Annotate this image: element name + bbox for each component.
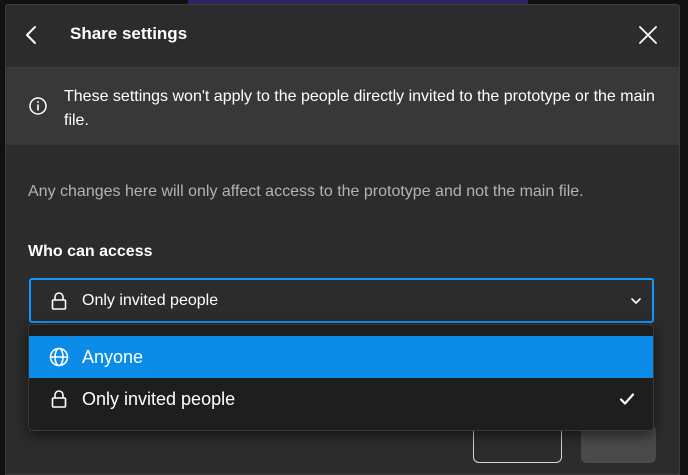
lock-icon [51, 292, 67, 310]
access-dropdown-menu: Anyone Only invited people [28, 324, 654, 431]
dialog-title: Share settings [70, 24, 188, 43]
checkmark-icon [619, 393, 635, 405]
lock-icon [51, 390, 67, 408]
chevron-left-icon [26, 26, 36, 44]
info-icon [29, 97, 47, 115]
close-button[interactable] [637, 24, 659, 46]
who-can-access-label: Who can access [28, 243, 153, 260]
globe-icon [49, 347, 69, 367]
option-anyone[interactable]: Anyone [29, 336, 653, 378]
close-icon [639, 26, 657, 44]
notice-text: These settings won't apply to the people… [64, 88, 655, 129]
info-notice: These settings won't apply to the people… [6, 68, 679, 145]
dialog-header: Share settings [6, 5, 679, 68]
access-select[interactable]: Only invited people [29, 278, 654, 323]
option-label: Only invited people [82, 389, 236, 409]
chevron-down-icon [631, 298, 641, 304]
access-select-value: Only invited people [82, 292, 219, 309]
option-only-invited[interactable]: Only invited people [29, 378, 653, 420]
description-text: Any changes here will only affect access… [28, 183, 584, 200]
back-button[interactable] [20, 23, 44, 47]
option-label: Anyone [82, 347, 144, 367]
